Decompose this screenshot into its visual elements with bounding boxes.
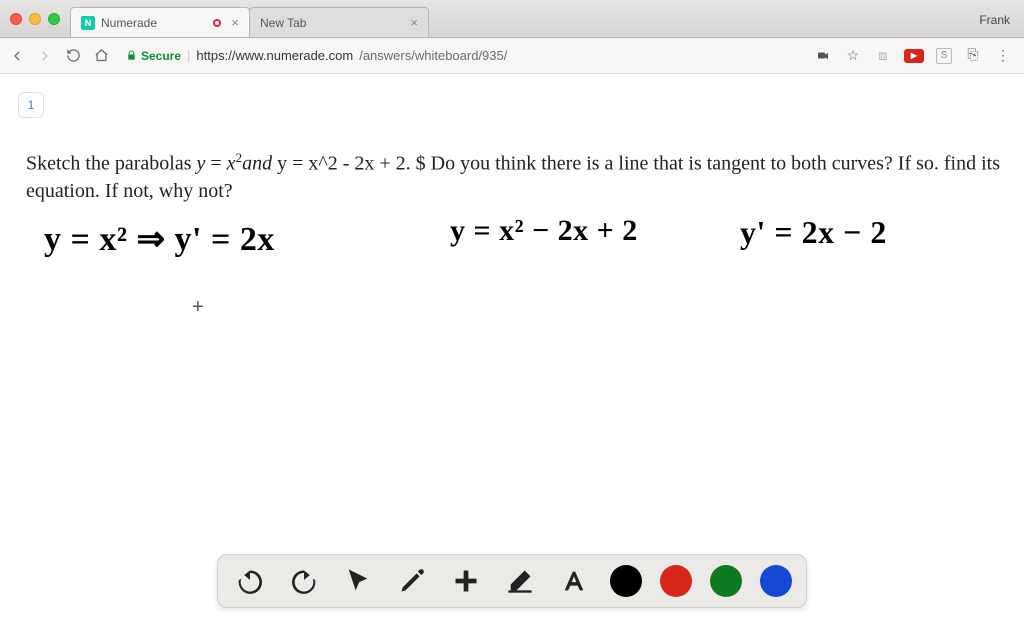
color-swatch-black[interactable] bbox=[610, 565, 642, 597]
minimize-window-button[interactable] bbox=[29, 13, 41, 25]
extension-s-icon[interactable]: S bbox=[936, 48, 952, 64]
color-swatch-green[interactable] bbox=[710, 565, 742, 597]
omnibox[interactable]: Secure | https://www.numerade.com/answer… bbox=[120, 48, 804, 63]
toolbar-right: ☆ ⧈ ▶ S ⎘ ⋮ bbox=[814, 48, 1016, 64]
handwritten-eq2: y = x² − 2x + 2 bbox=[450, 214, 638, 248]
address-bar: Secure | https://www.numerade.com/answer… bbox=[0, 38, 1024, 74]
text-tool-button[interactable] bbox=[556, 563, 592, 599]
cursor-crosshair-icon: + bbox=[192, 296, 204, 319]
profile-name[interactable]: Frank bbox=[979, 13, 1024, 37]
window-controls bbox=[0, 13, 70, 37]
tab-title: Numerade bbox=[101, 16, 157, 30]
tab-title: New Tab bbox=[260, 16, 306, 30]
camera-icon[interactable] bbox=[814, 48, 832, 64]
home-button[interactable] bbox=[92, 47, 110, 65]
recording-indicator-icon bbox=[213, 19, 221, 27]
youtube-icon[interactable]: ▶ bbox=[904, 49, 924, 63]
pointer-tool-button[interactable] bbox=[340, 563, 376, 599]
close-tab-icon[interactable]: × bbox=[231, 15, 239, 30]
color-swatch-red[interactable] bbox=[660, 565, 692, 597]
page-content: 1 Sketch the parabolas y = x2and y = x^2… bbox=[0, 74, 1024, 620]
question-text: Sketch the parabolas y = x2and y = x^2 -… bbox=[26, 149, 1002, 205]
handwritten-eq1: y = x² ⇒ y' = 2x bbox=[44, 219, 275, 259]
close-tab-icon[interactable]: × bbox=[410, 15, 418, 30]
undo-button[interactable] bbox=[232, 563, 268, 599]
whiteboard-toolbar bbox=[217, 554, 807, 608]
eraser-tool-button[interactable] bbox=[502, 563, 538, 599]
tab-favicon: N bbox=[81, 16, 95, 30]
secure-label: Secure bbox=[141, 49, 181, 63]
reload-button[interactable] bbox=[64, 47, 82, 65]
handwritten-eq3: y' = 2x − 2 bbox=[740, 214, 887, 251]
download-icon[interactable]: ⎘ bbox=[964, 47, 982, 63]
pencil-tool-button[interactable] bbox=[394, 563, 430, 599]
url-host: https://www.numerade.com bbox=[196, 48, 353, 63]
menu-icon[interactable]: ⋮ bbox=[994, 48, 1012, 64]
tab-numerade[interactable]: N Numerade × bbox=[70, 7, 250, 37]
window-titlebar: N Numerade × New Tab × Frank bbox=[0, 0, 1024, 38]
forward-button[interactable] bbox=[36, 47, 54, 65]
url-path: /answers/whiteboard/935/ bbox=[359, 48, 507, 63]
maximize-window-button[interactable] bbox=[48, 13, 60, 25]
back-button[interactable] bbox=[8, 47, 26, 65]
secure-lock-icon: Secure bbox=[126, 49, 181, 63]
browser-tabs: N Numerade × New Tab × bbox=[70, 0, 979, 37]
bookmark-star-icon[interactable]: ☆ bbox=[844, 48, 862, 64]
redo-button[interactable] bbox=[286, 563, 322, 599]
dropbox-icon[interactable]: ⧈ bbox=[874, 48, 892, 64]
add-tool-button[interactable] bbox=[448, 563, 484, 599]
slide-number-badge[interactable]: 1 bbox=[18, 92, 44, 118]
color-swatch-blue[interactable] bbox=[760, 565, 792, 597]
tab-new-tab[interactable]: New Tab × bbox=[249, 7, 429, 37]
close-window-button[interactable] bbox=[10, 13, 22, 25]
